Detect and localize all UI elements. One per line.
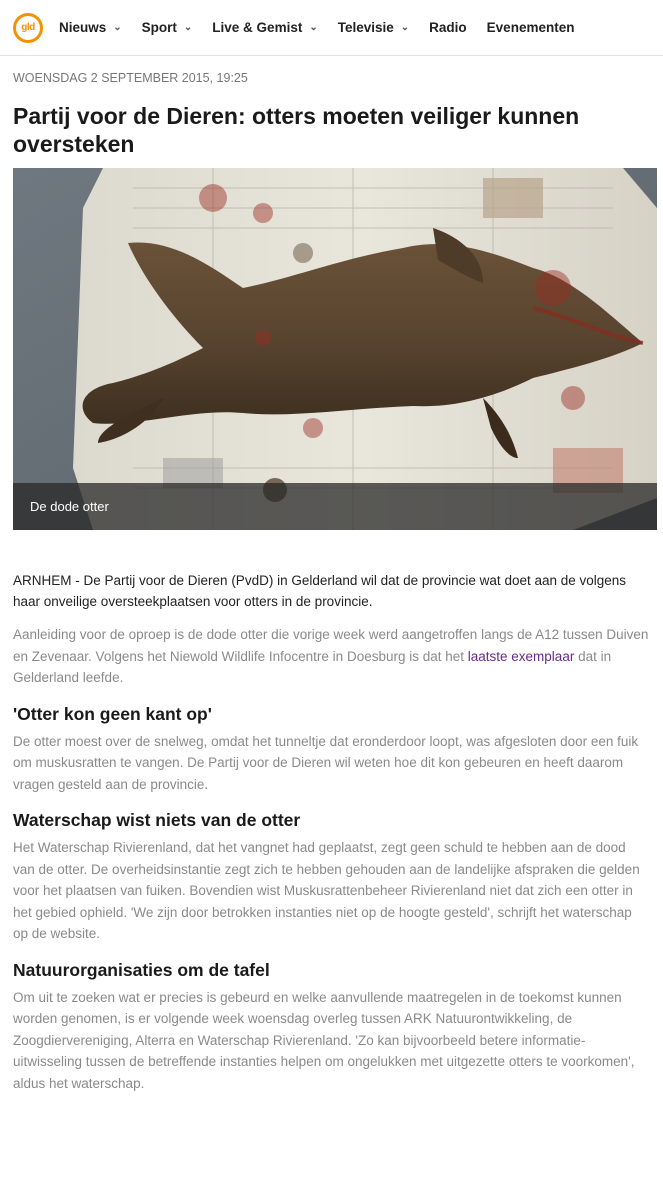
nav-item-label: Radio bbox=[429, 20, 467, 35]
chevron-down-icon: ⌄ bbox=[113, 22, 122, 33]
nav-item-label: Sport bbox=[141, 20, 177, 35]
top-navigation: gld Nieuws ⌄ Sport ⌄ Live & Gemist ⌄ Tel… bbox=[0, 0, 663, 56]
nav-item-sport[interactable]: Sport ⌄ bbox=[142, 20, 193, 35]
article-paragraph: Aanleiding voor de oproep is de dode ott… bbox=[13, 624, 650, 689]
nav-item-nieuws[interactable]: Nieuws ⌄ bbox=[59, 20, 122, 35]
otter-photo-illustration bbox=[13, 168, 657, 530]
nav-item-label: Live & Gemist bbox=[212, 20, 303, 35]
article-lead: ARNHEM - De Partij voor de Dieren (PvdD)… bbox=[13, 573, 627, 609]
chevron-down-icon: ⌄ bbox=[183, 22, 193, 33]
nav-item-label: Evenementen bbox=[486, 20, 575, 35]
image-caption: De dode otter bbox=[13, 483, 657, 530]
article-date: WOENSDAG 2 SEPTEMBER 2015, 19:25 bbox=[13, 71, 248, 85]
article-paragraph: Om uit te zoeken wat er precies is gebeu… bbox=[13, 989, 635, 1091]
subheading: Natuurorganisaties om de tafel bbox=[13, 959, 270, 980]
laatste-exemplaar-link[interactable]: laatste exemplaar bbox=[468, 649, 575, 664]
nav-item-label: Nieuws bbox=[59, 20, 107, 35]
subheading: 'Otter kon geen kant op' bbox=[13, 703, 212, 724]
nav-item-radio[interactable]: Radio bbox=[429, 20, 467, 35]
article-photo[interactable]: De dode otter bbox=[13, 168, 657, 530]
article-paragraph: Het Waterschap Rivierenland, dat het van… bbox=[13, 840, 640, 941]
logo-text: gld bbox=[16, 15, 40, 40]
article-body: ARNHEM - De Partij voor de Dieren (PvdD)… bbox=[0, 570, 663, 1094]
article-paragraph: De otter moest over de snelweg, omdat he… bbox=[13, 733, 639, 792]
nav-item-televisie[interactable]: Televisie ⌄ bbox=[338, 20, 409, 35]
omroep-gelderland-logo[interactable]: gld bbox=[13, 12, 43, 43]
nav-item-live-gemist[interactable]: Live & Gemist ⌄ bbox=[212, 20, 317, 35]
chevron-down-icon: ⌄ bbox=[309, 22, 318, 33]
chevron-down-icon: ⌄ bbox=[400, 22, 410, 33]
nav-item-label: Televisie bbox=[337, 20, 394, 35]
article-title: Partij voor de Dieren: otters moeten vei… bbox=[13, 103, 580, 157]
subheading: Waterschap wist niets van de otter bbox=[13, 810, 301, 830]
nav-item-evenementen[interactable]: Evenementen bbox=[487, 20, 575, 35]
